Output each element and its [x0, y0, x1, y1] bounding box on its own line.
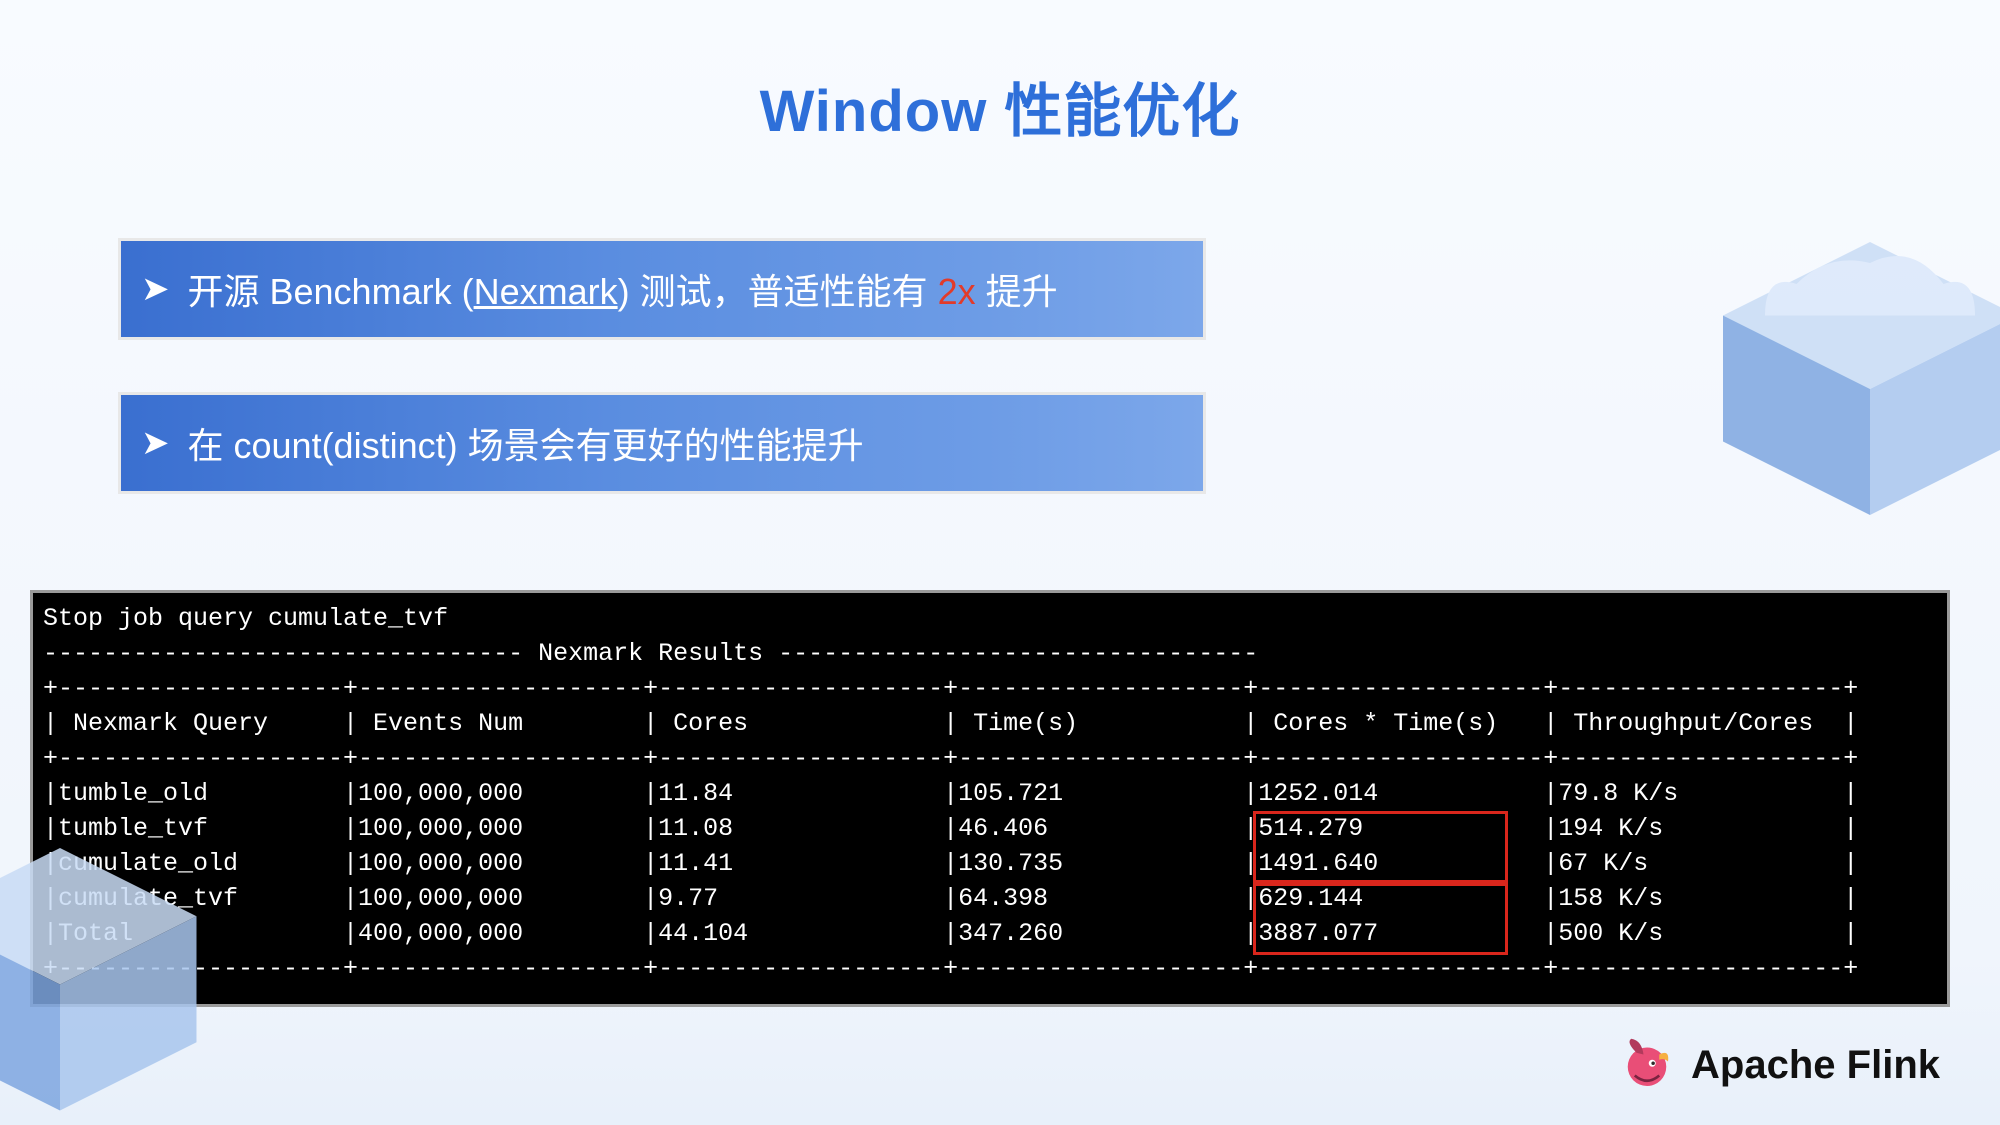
bullet-item-1: ➤ 开源 Benchmark (Nexmark) 测试，普适性能有 2x 提升	[118, 238, 1206, 340]
table-row: |Total |400,000,000 |44.104 |347.260 |38…	[43, 916, 1937, 951]
slide-title: Window 性能优化	[0, 64, 2000, 148]
table-row: |cumulate_tvf |100,000,000 |9.77 |64.398…	[43, 881, 1937, 916]
terminal-line-header: | Nexmark Query | Events Num | Cores | T…	[43, 706, 1937, 741]
terminal-line: +-------------------+-------------------…	[43, 951, 1937, 986]
bullet-text-frag: 开源 Benchmark (	[188, 271, 474, 312]
bullet-item-2: ➤ 在 count(distinct) 场景会有更好的性能提升	[118, 392, 1206, 494]
chevron-right-icon: ➤	[141, 269, 170, 309]
table-row: |cumulate_old |100,000,000 |11.41 |130.7…	[43, 846, 1937, 881]
bullet-text-frag: ) 测试，普适性能有	[618, 271, 938, 312]
nexmark-link[interactable]: Nexmark	[474, 271, 618, 312]
bullet-text: 开源 Benchmark (Nexmark) 测试，普适性能有 2x 提升	[188, 263, 1058, 315]
flink-squirrel-icon	[1619, 1037, 1675, 1093]
logo-text: Apache Flink	[1691, 1043, 1940, 1088]
terminal-line: +-------------------+-------------------…	[43, 671, 1937, 706]
chevron-right-icon: ➤	[141, 423, 170, 463]
table-row: |tumble_tvf |100,000,000 |11.08 |46.406 …	[43, 811, 1937, 846]
terminal-line: Stop job query cumulate_tvf	[43, 601, 1937, 636]
bullet-text: 在 count(distinct) 场景会有更好的性能提升	[188, 417, 864, 469]
terminal-line: +-------------------+-------------------…	[43, 741, 1937, 776]
bullet-text-frag: 提升	[976, 271, 1058, 312]
table-row: |tumble_old |100,000,000 |11.84 |105.721…	[43, 776, 1937, 811]
apache-flink-logo: Apache Flink	[1619, 1037, 1940, 1093]
decorative-cloud-icon	[0, 785, 270, 1125]
slide: Window 性能优化 ➤ 开源 Benchmark (Nexmark) 测试，…	[0, 0, 2000, 1125]
highlight-value: 2x	[938, 271, 976, 312]
decorative-cloud-icon	[1660, 200, 2000, 620]
terminal-output: Stop job query cumulate_tvf ------------…	[30, 590, 1950, 1007]
terminal-line: -------------------------------- Nexmark…	[43, 636, 1937, 671]
